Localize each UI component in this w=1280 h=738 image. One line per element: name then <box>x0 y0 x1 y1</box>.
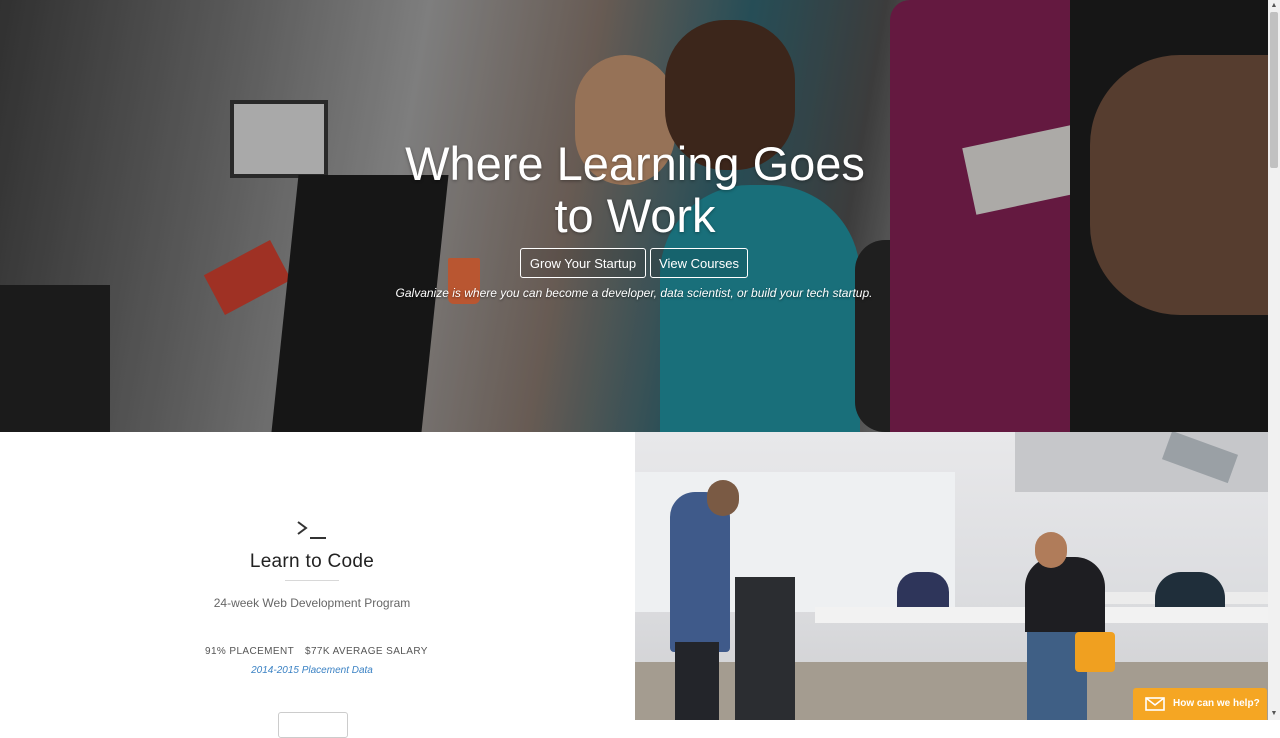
placement-stat: 91% PLACEMENT <box>205 646 295 657</box>
placement-data-link[interactable]: 2014-2015 Placement Data <box>212 665 412 676</box>
classroom-instructor <box>707 480 739 516</box>
scroll-down-arrow-icon[interactable]: ▼ <box>1268 708 1280 720</box>
section-title: Learn to Code <box>249 551 375 572</box>
classroom-podium <box>735 577 795 720</box>
title-divider <box>285 580 339 581</box>
program-subtitle: 24-week Web Development Program <box>213 596 411 610</box>
help-chat-button[interactable]: How can we help? <box>1133 688 1267 720</box>
classroom-student <box>1025 557 1105 632</box>
terminal-icon <box>297 521 326 539</box>
learn-more-button[interactable] <box>278 712 348 738</box>
hero-tagline: Galvanize is where you can become a deve… <box>395 286 873 300</box>
help-chat-label: How can we help? <box>1173 698 1260 709</box>
classroom-student <box>1035 532 1067 568</box>
salary-stat: $77K AVERAGE SALARY <box>305 646 428 657</box>
classroom-chair <box>1075 632 1115 672</box>
envelope-icon <box>1145 697 1165 711</box>
hero-title: Where Learning Goes to Work <box>405 137 865 242</box>
scroll-up-arrow-icon[interactable]: ▲ <box>1268 0 1280 12</box>
learn-to-code-panel <box>0 432 634 720</box>
scrollbar-thumb[interactable] <box>1270 12 1278 168</box>
hero-section: Where Learning Goes to Work Grow Your St… <box>0 0 1268 432</box>
grow-your-startup-button[interactable]: Grow Your Startup <box>520 248 646 278</box>
view-courses-button[interactable]: View Courses <box>650 248 748 278</box>
classroom-instructor <box>675 642 719 720</box>
classroom-photo <box>635 432 1268 720</box>
classroom-instructor <box>670 492 730 652</box>
